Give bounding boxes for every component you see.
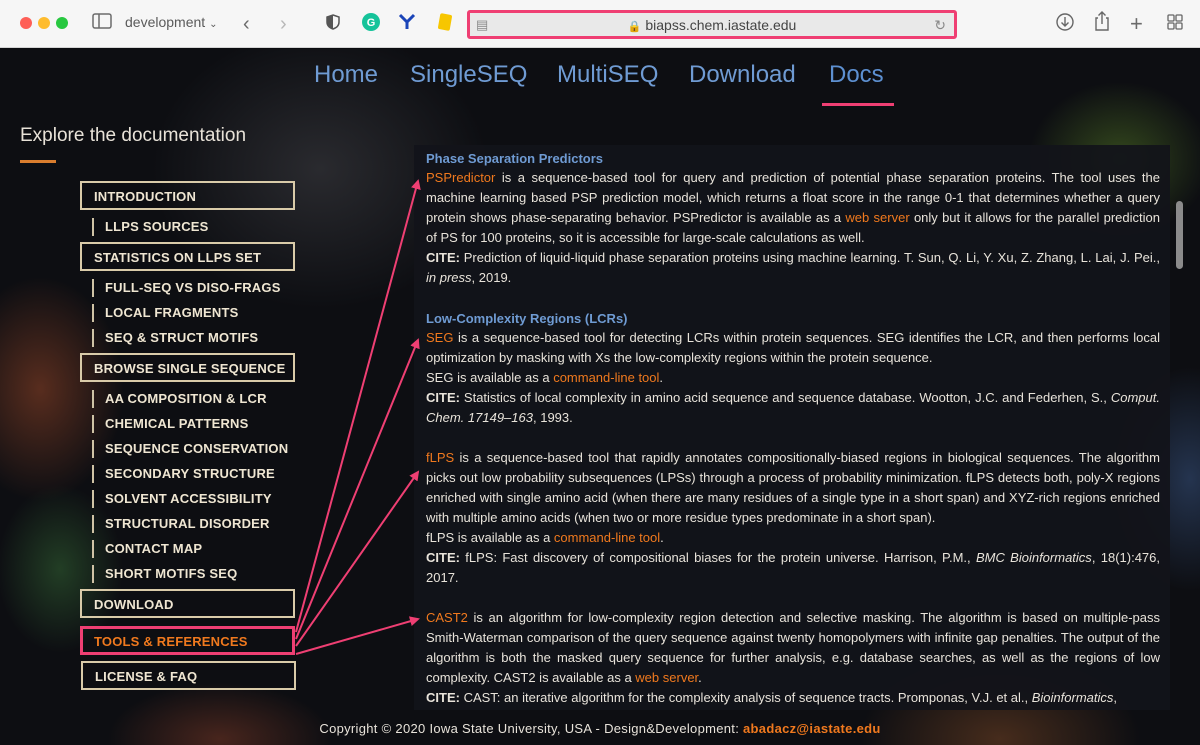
arrow-to-flps — [295, 470, 420, 647]
annotation-arrows — [295, 179, 421, 655]
tab-group-selector[interactable]: development ⌄ — [125, 14, 217, 30]
minimize-window-button[interactable] — [38, 17, 50, 29]
downloads-icon[interactable] — [1056, 13, 1074, 31]
tab-group-label: development — [125, 14, 206, 30]
sidebar-toggle-icon[interactable] — [92, 13, 112, 29]
close-window-button[interactable] — [20, 17, 32, 29]
lock-icon: 🔒 — [627, 21, 642, 33]
svg-text:G: G — [367, 17, 376, 29]
share-icon[interactable] — [1094, 11, 1110, 31]
reload-icon[interactable]: ↻ — [934, 17, 946, 34]
sticky-notes-icon[interactable] — [436, 13, 454, 31]
zoom-window-button[interactable] — [56, 17, 68, 29]
new-tab-icon[interactable]: + — [1130, 11, 1143, 37]
forward-icon[interactable]: › — [280, 13, 287, 36]
back-icon[interactable]: ‹ — [243, 13, 250, 36]
web-page: Home SingleSEQ MultiSEQ Download Docs Ex… — [0, 49, 1200, 745]
tab-overview-icon[interactable] — [1167, 14, 1183, 30]
browser-toolbar: development ⌄ ‹ › G ▤ 🔒 biapss.chem.iasta… — [0, 0, 1200, 48]
shield-icon[interactable] — [326, 14, 340, 30]
url-text: biapss.chem.iastate.edu — [645, 17, 797, 33]
arrow-to-pspredictor — [295, 179, 421, 633]
footer-email-link[interactable]: abadacz@iastate.edu — [743, 721, 881, 736]
yoroi-icon[interactable] — [398, 13, 416, 31]
footer-copyright: Copyright © 2020 Iowa State University, … — [319, 721, 744, 736]
grammarly-icon[interactable]: G — [362, 13, 380, 31]
page-footer: Copyright © 2020 Iowa State University, … — [0, 721, 1200, 736]
arrow-to-seg — [295, 338, 420, 640]
chevron-down-icon: ⌄ — [209, 19, 218, 30]
address-bar[interactable]: ▤ 🔒 biapss.chem.iastate.edu ↻ — [467, 10, 957, 39]
arrow-to-cast2 — [295, 616, 420, 655]
